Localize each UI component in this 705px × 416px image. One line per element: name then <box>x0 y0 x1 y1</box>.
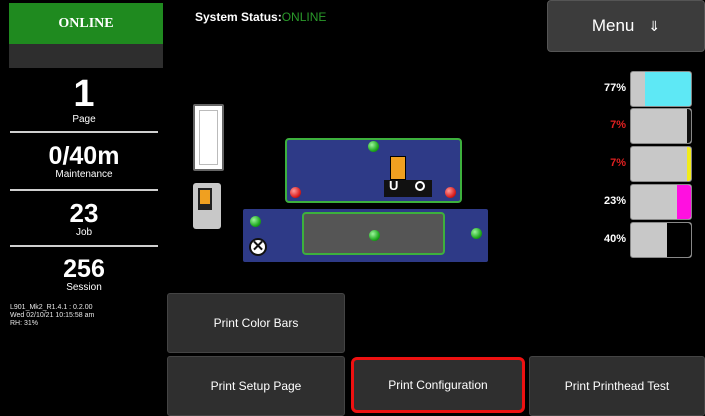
ink-fill-bar <box>677 185 691 219</box>
print-color-bars-button[interactable]: Print Color Bars <box>167 293 345 353</box>
print-setup-page-button[interactable]: Print Setup Page <box>167 356 345 416</box>
divider <box>10 131 158 133</box>
session-counter: 256 Session <box>10 256 158 293</box>
page-count-label: Page <box>72 114 96 125</box>
version-info: L901_Mk2_R1.4.1 : 0.2.00 Wed 02/10/21 10… <box>10 304 94 328</box>
maintenance-value: 0/40m <box>48 142 120 170</box>
menu-label: Menu <box>591 16 635 35</box>
ink-tank <box>630 184 692 220</box>
sensor-indicator-red <box>445 187 456 198</box>
u-glyph-icon: U <box>389 178 399 193</box>
date-time: Wed 02/10/21 10:15:58 am <box>10 312 95 319</box>
page-count-value: 1 <box>73 73 95 115</box>
system-status: System Status:ONLINE <box>195 10 326 24</box>
maintenance-counter: 0/40m Maintenance <box>10 143 158 180</box>
arrow-down-icon: ⇓ <box>648 17 661 34</box>
sensor-indicator-green <box>471 228 482 239</box>
maintenance-label: Maintenance <box>55 169 113 180</box>
sensor-indicator-green <box>369 230 380 241</box>
ink-fill-bar <box>686 147 691 181</box>
connection-status-badge: ONLINE <box>9 3 163 44</box>
job-count-value: 23 <box>69 198 99 228</box>
printhead-dock: U <box>384 178 432 197</box>
job-counter: 23 Job <box>10 198 158 239</box>
divider <box>10 189 158 191</box>
ink-level-label: 40% <box>603 233 626 245</box>
cartridge-icon <box>193 183 221 229</box>
paper-tray-indicator <box>193 104 224 171</box>
ink-fill-bar <box>644 72 691 106</box>
divider <box>10 245 158 247</box>
ink-tank <box>630 222 692 258</box>
ink-fill-bar <box>686 109 691 143</box>
humidity: RH: 31% <box>10 320 39 327</box>
paper-sheet <box>199 110 218 165</box>
ink-level-label: 77% <box>603 82 626 94</box>
ink-level-label: 7% <box>610 157 626 169</box>
ink-fill-bar <box>667 223 691 257</box>
cartridge-body <box>198 188 212 210</box>
session-count-value: 256 <box>63 255 105 283</box>
ink-tank <box>630 146 692 182</box>
sensor-indicator-green <box>250 216 261 227</box>
print-printhead-test-button[interactable]: Print Printhead Test <box>529 356 705 416</box>
job-count-label: Job <box>75 227 93 238</box>
session-count-label: Session <box>66 282 102 293</box>
sensor-indicator-red <box>290 187 301 198</box>
system-status-label: System Status: <box>195 10 282 24</box>
print-configuration-button[interactable]: Print Configuration <box>351 357 525 413</box>
sensor-indicator-green <box>368 141 379 152</box>
ink-level-label: 7% <box>610 119 626 131</box>
firmware-version: L901_Mk2_R1.4.1 : 0.2.00 <box>10 304 93 311</box>
circle-icon <box>415 181 425 191</box>
ink-level-label: 23% <box>603 195 626 207</box>
menu-button[interactable]: Menu ⇓ <box>547 0 705 52</box>
ink-tank <box>630 108 692 144</box>
status-underbar <box>9 44 163 68</box>
page-counter: 1 Page <box>10 74 158 125</box>
ink-tank <box>630 71 692 107</box>
printhead-icon <box>390 156 406 180</box>
system-status-value: ONLINE <box>281 10 327 24</box>
left-panel: ONLINE 1 Page 0/40m Maintenance 23 Job 2… <box>0 0 167 416</box>
error-x-icon: ✕ <box>249 238 267 256</box>
